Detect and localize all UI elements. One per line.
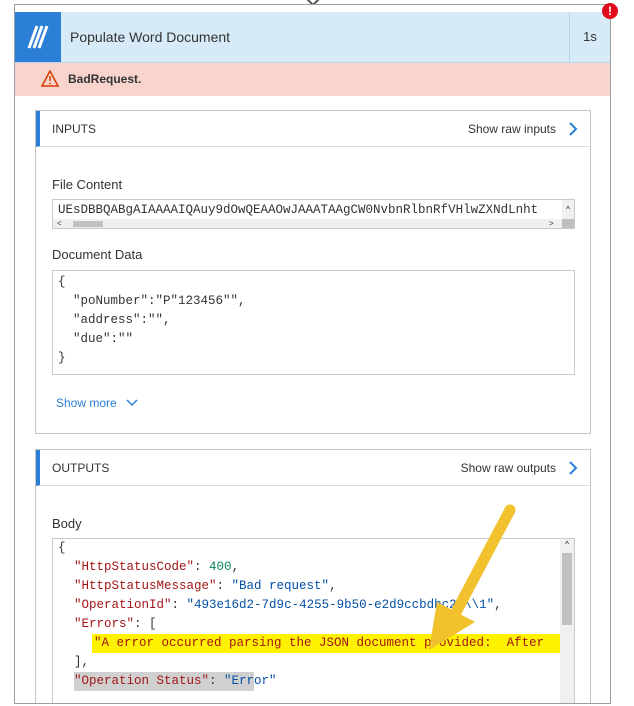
error-message: BadRequest. bbox=[68, 72, 142, 86]
body-label: Body bbox=[52, 516, 82, 531]
show-raw-inputs-link[interactable]: Show raw inputs bbox=[468, 111, 556, 147]
inputs-section: INPUTS Show raw inputs File Content UEsD… bbox=[35, 110, 591, 434]
scrollbar-thumb[interactable] bbox=[73, 221, 103, 227]
word-connector-icon bbox=[15, 12, 61, 62]
file-content-value: UEsDBBQABgAIAAAAIQAuy9dOwQEAAOwJAAATAAgC… bbox=[58, 203, 539, 217]
file-content-field[interactable]: UEsDBBQABgAIAAAAIQAuy9dOwQEAAOwJAAATAAgC… bbox=[52, 199, 575, 229]
error-banner: BadRequest. bbox=[15, 63, 610, 96]
doc-line: "poNumber":"P"123456"", bbox=[58, 294, 246, 308]
show-more-link[interactable]: Show more bbox=[56, 396, 138, 410]
action-title: Populate Word Document bbox=[70, 29, 231, 45]
outputs-header: OUTPUTS Show raw outputs bbox=[36, 450, 590, 486]
show-more-label: Show more bbox=[56, 396, 117, 410]
json-line: ], bbox=[74, 655, 90, 669]
doc-line: "due":"" bbox=[58, 332, 134, 346]
scroll-up-icon[interactable]: ^ bbox=[562, 200, 574, 219]
json-line: "HttpStatusCode": 400, bbox=[74, 560, 240, 574]
alert-badge: ! bbox=[602, 3, 618, 19]
inputs-title: INPUTS bbox=[52, 122, 97, 136]
json-line: "Operation Status": "Error" bbox=[74, 674, 277, 688]
scrollbar-thumb[interactable] bbox=[562, 553, 572, 625]
json-brace: { bbox=[58, 541, 66, 555]
document-data-field[interactable]: { "poNumber":"P"123456"", "address":"", … bbox=[52, 270, 575, 375]
chevron-right-icon[interactable] bbox=[568, 122, 578, 136]
outputs-title: OUTPUTS bbox=[52, 461, 110, 475]
vertical-scrollbar[interactable]: ^ bbox=[560, 539, 574, 703]
warning-icon bbox=[41, 70, 59, 87]
json-line: "Errors": [ bbox=[74, 617, 157, 631]
doc-line: "address":"", bbox=[58, 313, 171, 327]
chevron-right-icon[interactable] bbox=[568, 461, 578, 475]
scroll-up-icon[interactable]: ^ bbox=[560, 540, 574, 549]
doc-line: } bbox=[58, 351, 66, 365]
inputs-header: INPUTS Show raw inputs bbox=[36, 111, 590, 147]
action-duration: 1s bbox=[569, 12, 610, 62]
scroll-corner bbox=[562, 219, 574, 228]
action-header[interactable]: Populate Word Document 1s bbox=[15, 12, 610, 63]
file-content-label: File Content bbox=[52, 177, 123, 192]
action-card: Populate Word Document 1s BadRequest. IN… bbox=[14, 4, 611, 704]
scrollbar-right-arrow[interactable]: > bbox=[549, 219, 554, 228]
doc-line: { bbox=[58, 275, 66, 289]
show-raw-outputs-link[interactable]: Show raw outputs bbox=[461, 450, 556, 486]
scrollbar-left-arrow[interactable]: < bbox=[57, 219, 62, 228]
json-line: "HttpStatusMessage": "Bad request", bbox=[74, 579, 337, 593]
horizontal-scrollbar[interactable]: < > bbox=[53, 219, 574, 228]
chevron-down-icon bbox=[126, 399, 138, 407]
annotation-arrow bbox=[429, 504, 516, 650]
document-data-label: Document Data bbox=[52, 247, 143, 262]
